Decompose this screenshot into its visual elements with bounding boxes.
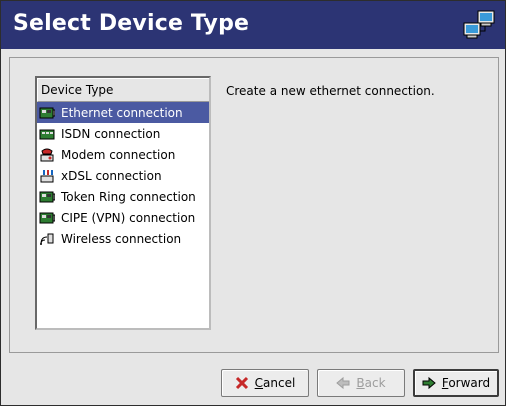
cancel-button[interactable]: Cancel (221, 369, 309, 397)
modem-icon (40, 148, 54, 161)
list-item-label: Modem connection (61, 147, 176, 162)
forward-button[interactable]: Forward (413, 369, 499, 397)
list-item-label: Ethernet connection (61, 105, 183, 120)
wireless-icon (40, 233, 54, 245)
device-type-list[interactable]: Device Type Ethernet connection ISDN con… (35, 76, 211, 330)
column-header-device-type[interactable]: Device Type (37, 78, 209, 102)
device-description: Create a new ethernet connection. (226, 84, 435, 98)
token-ring-card-icon (39, 191, 55, 202)
list-item-xdsl[interactable]: xDSL connection (37, 165, 209, 186)
list-item-label: Token Ring connection (61, 189, 196, 204)
list-item-cipe-vpn[interactable]: CIPE (VPN) connection (37, 207, 209, 228)
list-item-wireless[interactable]: Wireless connection (37, 228, 209, 249)
back-button[interactable]: Back (317, 369, 405, 397)
isdn-card-icon (39, 129, 55, 139)
arrow-left-icon (336, 376, 350, 390)
close-icon (235, 376, 248, 390)
ethernet-card-icon (39, 107, 55, 118)
list-item-token-ring[interactable]: Token Ring connection (37, 186, 209, 207)
list-item-label: CIPE (VPN) connection (61, 210, 196, 225)
list-item-label: xDSL connection (61, 168, 162, 183)
list-item-isdn[interactable]: ISDN connection (37, 123, 209, 144)
list-item-label: Wireless connection (61, 231, 182, 246)
header-bar: Select Device Type (1, 1, 505, 49)
list-item-modem[interactable]: Modem connection (37, 144, 209, 165)
network-computers-icon (463, 10, 495, 39)
dialog-window: Select Device Type Device Type Ethernet … (0, 0, 506, 406)
cipe-vpn-icon (39, 212, 55, 223)
page-title: Select Device Type (13, 11, 250, 36)
list-item-label: ISDN connection (61, 126, 161, 141)
content-panel: Device Type Ethernet connection ISDN con… (9, 57, 499, 353)
xdsl-icon (40, 169, 54, 182)
arrow-right-icon (422, 376, 436, 390)
list-item-ethernet[interactable]: Ethernet connection (37, 102, 209, 123)
